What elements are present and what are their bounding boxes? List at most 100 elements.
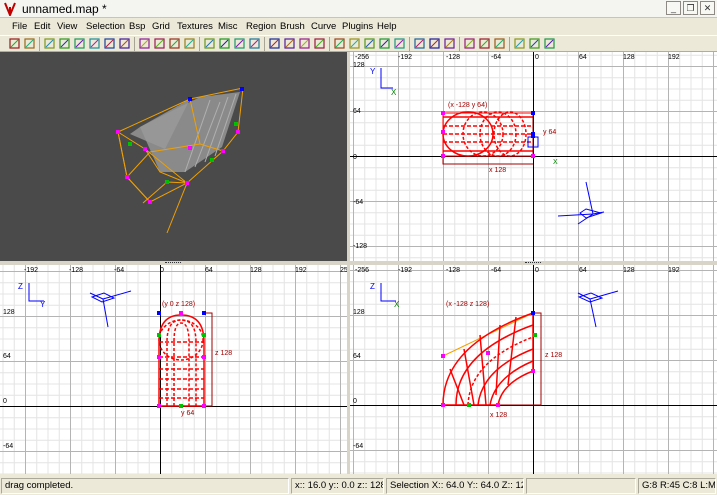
texture-view-icon[interactable] xyxy=(283,37,296,50)
minimize-button[interactable]: _ xyxy=(666,1,681,15)
open-icon[interactable] xyxy=(8,37,21,50)
csg-hollow-icon[interactable] xyxy=(233,37,246,50)
menu-region[interactable]: Region xyxy=(246,21,276,33)
axis-indicator: Y X xyxy=(370,67,397,97)
top-tick-label: -128 xyxy=(446,267,460,274)
flip-y-icon[interactable] xyxy=(58,37,71,50)
cap-icon[interactable] xyxy=(478,37,491,50)
select-partial-tall-icon[interactable] xyxy=(168,37,181,50)
top-tick-label: 0 xyxy=(535,54,539,61)
camera-icon xyxy=(557,181,605,225)
axis-label-horizontal: X xyxy=(553,159,558,166)
menu-edit[interactable]: Edit xyxy=(34,21,50,33)
left-tick-label: 128 xyxy=(3,309,15,316)
texture-lock-icon[interactable] xyxy=(493,37,506,50)
maximize-button[interactable]: ❐ xyxy=(683,1,698,15)
left-tick-label: 64 xyxy=(353,353,361,360)
yz-side-view[interactable]: -192 -128 -64 0 64 128 192 25 128 64 0 -… xyxy=(0,265,347,474)
save-icon[interactable] xyxy=(23,37,36,50)
patch-icon[interactable] xyxy=(428,37,441,50)
status-message: drag completed. xyxy=(1,478,289,494)
select-complete-tall-icon[interactable] xyxy=(138,37,151,50)
top-tick-label: -128 xyxy=(446,54,460,61)
camera-icon xyxy=(89,290,132,328)
rotate-z-icon[interactable] xyxy=(118,37,131,50)
menu-grid[interactable]: Grid xyxy=(152,21,170,33)
toolbar-separator xyxy=(264,37,265,51)
left-tick-label: 0 xyxy=(353,154,357,161)
menu-curve[interactable]: Curve xyxy=(311,21,336,33)
app-icon xyxy=(4,2,16,16)
rotate-y-icon[interactable] xyxy=(103,37,116,50)
left-tick-label: 64 xyxy=(353,108,361,115)
insert-icon[interactable] xyxy=(463,37,476,50)
top-tick-label: 0 xyxy=(160,267,164,274)
dimension-label: x 128 xyxy=(490,412,507,419)
dimension-label: (x -128 y 64) xyxy=(448,102,487,109)
cursor-coordinates: x:: 16.0 y:: 0.0 z:: 128.0 xyxy=(291,478,384,494)
camera-render[interactable] xyxy=(0,52,347,261)
dimension-label: y 64 xyxy=(181,410,194,417)
left-tick-label: -128 xyxy=(353,243,367,250)
top-tick-label: 192 xyxy=(668,54,680,61)
camera-icon[interactable] xyxy=(298,37,311,50)
menu-plugins[interactable]: Plugins xyxy=(342,21,373,33)
bend-icon[interactable] xyxy=(443,37,456,50)
xz-front-view[interactable]: -256 -192 -128 -64 0 64 128 192 128 64 0… xyxy=(350,265,717,474)
drag-vertices-icon[interactable] xyxy=(528,37,541,50)
scale-icon[interactable] xyxy=(413,37,426,50)
select-inside-icon[interactable] xyxy=(183,37,196,50)
axis-indicator: Z X xyxy=(370,282,400,309)
csg-subtract-icon[interactable] xyxy=(203,37,216,50)
view-z-icon[interactable] xyxy=(378,37,391,50)
drag-edges-icon[interactable] xyxy=(513,37,526,50)
toolbar-separator xyxy=(409,37,410,51)
dimension-label: y 64 xyxy=(543,129,556,136)
tick-labels: -256 -192 -128 -64 0 64 128 192 128 64 0… xyxy=(353,54,680,250)
free-rotation-icon[interactable] xyxy=(393,37,406,50)
top-tick-label: 128 xyxy=(623,267,635,274)
menu-help[interactable]: Help xyxy=(377,21,397,33)
toolbar-separator xyxy=(199,37,200,51)
left-tick-label: 128 xyxy=(353,62,365,69)
menu-bsp[interactable]: Bsp xyxy=(129,21,145,33)
clipper-icon[interactable] xyxy=(248,37,261,50)
top-tick-label: -64 xyxy=(491,267,501,274)
menu-file[interactable]: File xyxy=(12,21,27,33)
view-x-icon[interactable] xyxy=(348,37,361,50)
toolbar xyxy=(0,35,717,52)
grid-info: G:8 R:45 C:8 L:MR xyxy=(638,478,716,494)
left-tick-label: 0 xyxy=(353,398,357,405)
top-tick-label: 64 xyxy=(579,54,587,61)
left-tick-label: 0 xyxy=(3,398,7,405)
top-tick-label: -128 xyxy=(69,267,83,274)
dimension-label: (y 0 z 128) xyxy=(162,301,195,308)
menu-selection[interactable]: Selection xyxy=(86,21,125,33)
select-touching-icon[interactable] xyxy=(153,37,166,50)
top-tick-label: -192 xyxy=(398,54,412,61)
flip-x-icon[interactable] xyxy=(43,37,56,50)
csg-merge-icon[interactable] xyxy=(218,37,231,50)
menu-view[interactable]: View xyxy=(57,21,77,33)
top-tick-label: -256 xyxy=(355,54,369,61)
menu-textures[interactable]: Textures xyxy=(177,21,213,33)
view-entities-icon[interactable] xyxy=(333,37,346,50)
cube-clip-icon[interactable] xyxy=(313,37,326,50)
camera-view[interactable] xyxy=(0,52,347,261)
xy-top-view[interactable]: -256 -192 -128 -64 0 64 128 192 128 64 0… xyxy=(350,52,717,261)
top-tick-label: 192 xyxy=(295,267,307,274)
rotate-x-icon[interactable] xyxy=(88,37,101,50)
axis-label-vertical: Z xyxy=(18,282,23,291)
show-patch-bbox-icon[interactable] xyxy=(543,37,556,50)
flip-z-icon[interactable] xyxy=(73,37,86,50)
close-button[interactable]: ✕ xyxy=(700,1,715,15)
menu-brush[interactable]: Brush xyxy=(280,21,305,33)
view-y-icon[interactable] xyxy=(363,37,376,50)
axis-label-horizontal: X xyxy=(394,300,400,309)
status-bar: drag completed. x:: 16.0 y:: 0.0 z:: 128… xyxy=(0,477,717,495)
menu-misc[interactable]: Misc xyxy=(218,21,238,33)
change-view-icon[interactable] xyxy=(268,37,281,50)
title-bar: unnamed.map * _ ❐ ✕ xyxy=(0,0,717,18)
dimension-label: x 128 xyxy=(489,167,506,174)
left-tick-label: -64 xyxy=(353,199,363,206)
